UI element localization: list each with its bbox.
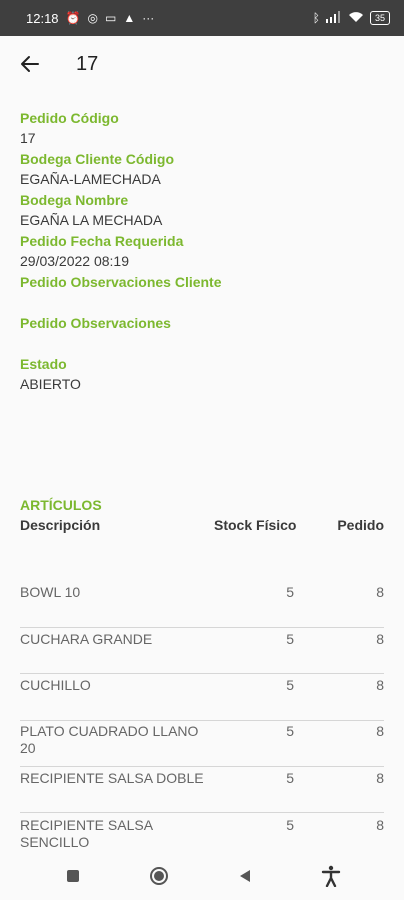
row-stock: 5 <box>286 631 294 647</box>
field-label: Pedido Código <box>20 110 119 126</box>
field-label: Pedido Fecha Requerida <box>20 233 184 249</box>
arrow-left-icon <box>21 56 39 72</box>
field-value: 17 <box>20 130 36 146</box>
row-order: 8 <box>376 770 384 786</box>
field-value: EGAÑA-LAMECHADA <box>20 171 161 187</box>
field-value <box>20 333 390 354</box>
field-value: EGAÑA LA MECHADA <box>20 212 163 228</box>
row-stock: 5 <box>286 770 294 786</box>
bluetooth-icon: ᛒ <box>312 11 320 25</box>
order-details: Pedido Código 17 Bodega Cliente Código E… <box>20 108 390 395</box>
home-button[interactable] <box>139 856 179 896</box>
header-stock: Stock Físico <box>214 517 297 533</box>
header-order: Pedido <box>337 517 384 533</box>
row-order: 8 <box>376 723 384 739</box>
recents-button[interactable] <box>53 856 93 896</box>
app-bar: 17 <box>0 36 404 92</box>
row-description: BOWL 10 <box>20 584 81 600</box>
accessibility-icon <box>321 865 341 887</box>
row-stock: 5 <box>286 677 294 693</box>
header-description: Descripción <box>20 517 101 533</box>
wifi-icon <box>348 11 364 26</box>
row-description: PLATO CUADRADO LLANO 20 <box>20 723 199 756</box>
status-time: 12:18 <box>26 10 59 26</box>
row-description: CUCHILLO <box>20 677 91 693</box>
whatsapp-icon: ◎ <box>87 11 98 25</box>
field-label: Bodega Nombre <box>20 192 129 208</box>
row-divider <box>20 766 384 767</box>
row-order: 8 <box>376 677 384 693</box>
row-order: 8 <box>376 631 384 647</box>
triangle-left-icon <box>240 870 250 882</box>
battery-indicator: 35 <box>369 11 390 25</box>
row-order: 8 <box>376 817 384 833</box>
cast-icon: ▭ <box>104 11 117 25</box>
circle-icon <box>150 867 168 885</box>
page-title: 17 <box>76 52 99 75</box>
row-divider <box>20 673 384 674</box>
accessibility-button[interactable] <box>311 856 351 896</box>
field-label: Bodega Cliente Código <box>20 151 174 167</box>
warning-icon: ▲ <box>123 11 136 25</box>
row-divider <box>20 720 384 721</box>
row-description: RECIPIENTE SALSA SENCILLO <box>20 817 153 850</box>
square-icon <box>67 870 79 882</box>
articles-title: ARTÍCULOS <box>20 497 102 513</box>
row-divider <box>20 812 384 813</box>
alarm-icon: ⏰ <box>65 11 81 25</box>
back-nav-button[interactable] <box>225 856 265 896</box>
signal-icon <box>325 10 342 26</box>
back-button[interactable] <box>10 44 50 84</box>
field-label: Estado <box>20 356 67 372</box>
field-value: ABIERTO <box>20 376 81 392</box>
system-nav-bar <box>0 852 404 900</box>
row-divider <box>20 627 384 628</box>
more-icon: ··· <box>142 11 155 25</box>
row-stock: 5 <box>286 584 294 600</box>
field-value: 29/03/2022 08:19 <box>20 253 129 269</box>
row-description: RECIPIENTE SALSA DOBLE <box>20 770 204 786</box>
field-value <box>20 292 390 313</box>
table-header: Descripción Stock Físico Pedido <box>20 517 384 537</box>
row-stock: 5 <box>286 817 294 833</box>
row-stock: 5 <box>286 723 294 739</box>
status-bar: 12:18 ⏰ ◎ ▭ ▲ ··· ᛒ 35 <box>0 0 404 36</box>
field-label: Pedido Observaciones <box>20 315 171 331</box>
row-description: CUCHARA GRANDE <box>20 631 153 647</box>
field-label: Pedido Observaciones Cliente <box>20 274 222 290</box>
row-order: 8 <box>376 584 384 600</box>
